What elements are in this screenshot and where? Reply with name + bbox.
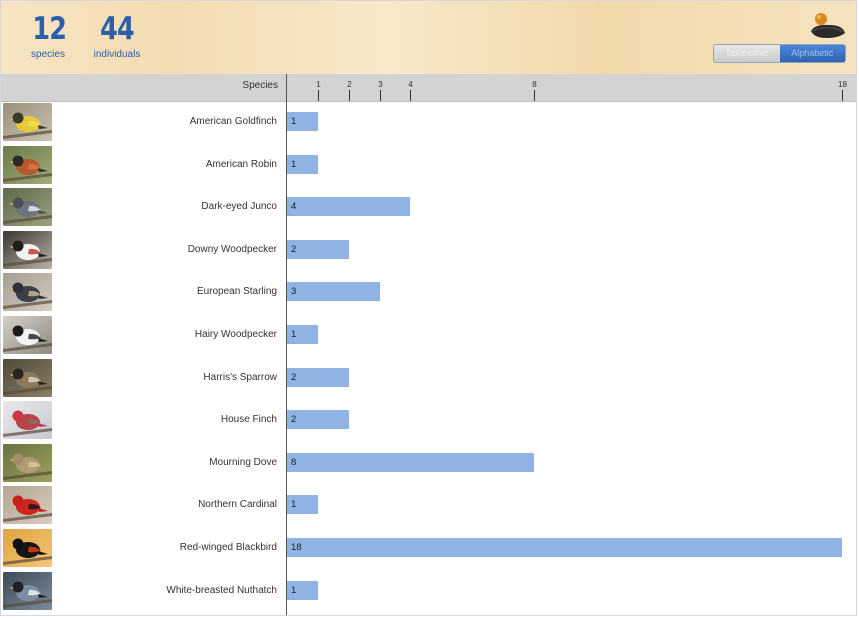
species-name: Downy Woodpecker: [187, 243, 277, 255]
species-name: American Goldfinch: [189, 116, 277, 127]
count-bar-label: 2: [291, 243, 297, 255]
sort-option-alphabetic[interactable]: Alphabetic: [779, 45, 845, 62]
species-name: House Finch: [220, 414, 277, 426]
individuals-count: 44: [100, 11, 135, 47]
summary-header: 12 species 44 individuals Taxonomic Alph…: [1, 1, 856, 74]
count-bar-label: 1: [291, 329, 297, 340]
species-row[interactable]: Mourning Dove 8: [1, 443, 856, 485]
axis-band: Species 1 2 3 4 8 18: [1, 74, 856, 102]
count-bar-label: 1: [291, 584, 297, 596]
downy-woodpecker-photo[interactable]: [3, 230, 52, 269]
dark-eyed-junco-photo[interactable]: [3, 188, 52, 227]
species-name: Northern Cardinal: [198, 499, 277, 511]
white-breasted-nuthatch-photo[interactable]: [3, 571, 52, 610]
species-name: American Robin: [205, 158, 277, 170]
count-axis: 1 2 3 4 8 18: [316, 80, 847, 101]
axis-tick-label: 1: [316, 80, 321, 89]
count-bar[interactable]: [287, 197, 410, 217]
axis-tick-label: 2: [347, 80, 352, 89]
house-finch-photo[interactable]: [3, 401, 52, 440]
count-bar-label: 2: [291, 414, 297, 426]
individuals-stat: 44 individuals: [91, 11, 143, 60]
northern-cardinal-photo[interactable]: [3, 486, 52, 525]
harriss-sparrow-photo[interactable]: [3, 358, 52, 397]
count-bar-label: 4: [291, 201, 297, 213]
count-bar[interactable]: [287, 410, 349, 430]
american-goldfinch-photo[interactable]: [3, 103, 52, 141]
count-bar-label: 8: [291, 456, 297, 468]
species-name: European Starling: [196, 286, 277, 298]
species-row[interactable]: Downy Woodpecker 2: [1, 230, 856, 272]
count-bar[interactable]: [287, 452, 534, 472]
species-row[interactable]: Dark-eyed Junco 4: [1, 187, 856, 229]
species-count: 12: [32, 11, 67, 47]
axis-tick-label: 4: [408, 80, 413, 89]
count-bar[interactable]: [287, 282, 380, 302]
count-bar-label: 1: [291, 116, 297, 127]
european-starling-photo[interactable]: [3, 273, 52, 312]
species-name: Harris's Sparrow: [203, 371, 277, 383]
count-bar[interactable]: [287, 367, 349, 387]
mourning-dove-photo[interactable]: [3, 443, 52, 482]
species-row[interactable]: European Starling 3: [1, 272, 856, 314]
count-bar[interactable]: [287, 538, 842, 557]
bird-feeder-icon[interactable]: [809, 11, 847, 41]
species-row[interactable]: House Finch 2: [1, 400, 856, 442]
hairy-woodpecker-photo[interactable]: [3, 316, 52, 354]
axis-tick-label: 18: [838, 80, 847, 89]
species-row[interactable]: White-breasted Nuthatch 1: [1, 571, 856, 613]
species-row[interactable]: American Goldfinch 1: [1, 102, 856, 144]
species-name: Hairy Woodpecker: [194, 329, 277, 340]
species-row[interactable]: American Robin 1: [1, 145, 856, 187]
axis-tick-label: 3: [378, 80, 383, 89]
sort-option-taxonomic[interactable]: Taxonomic: [714, 45, 780, 62]
individuals-count-label: individuals: [93, 49, 141, 60]
count-bar-label: 3: [291, 286, 297, 298]
count-bar-label: 2: [291, 371, 297, 383]
species-row[interactable]: Red-winged Blackbird 18: [1, 528, 856, 570]
species-stat: 12 species: [29, 11, 67, 60]
count-bar-label: 18: [291, 542, 302, 553]
species-count-label: species: [31, 49, 65, 60]
species-name: Red-winged Blackbird: [179, 542, 277, 553]
sort-toggle[interactable]: Taxonomic Alphabetic: [713, 44, 846, 63]
count-bar[interactable]: [287, 239, 349, 259]
count-bar-label: 1: [291, 158, 297, 170]
species-name: White-breasted Nuthatch: [166, 584, 277, 596]
bird-count-panel: 12 species 44 individuals Taxonomic Alph…: [0, 0, 857, 616]
count-bar-label: 1: [291, 499, 297, 511]
species-row[interactable]: Harris's Sparrow 2: [1, 358, 856, 400]
american-robin-photo[interactable]: [3, 145, 52, 184]
axis-tick-label: 8: [532, 80, 537, 89]
species-row[interactable]: Northern Cardinal 1: [1, 485, 856, 527]
species-row[interactable]: Hairy Woodpecker 1: [1, 315, 856, 357]
species-name: Mourning Dove: [209, 456, 277, 468]
red-winged-blackbird-photo[interactable]: [3, 529, 52, 567]
species-name: Dark-eyed Junco: [201, 201, 277, 213]
